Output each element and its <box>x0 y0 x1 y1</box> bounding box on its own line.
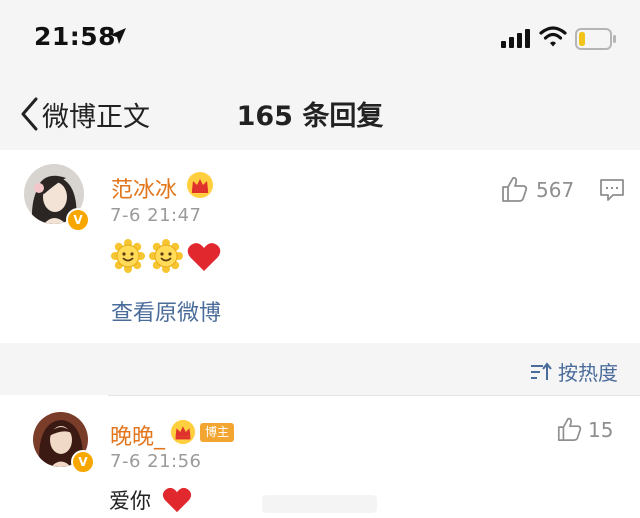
verified-badge: V <box>66 208 90 232</box>
reply-timestamp: 7-6 21:56 <box>110 451 202 472</box>
like-count: 15 <box>588 418 614 442</box>
nav-bar: 微博正文 165 条回复 <box>0 82 640 148</box>
blogger-badge: 博主 <box>200 423 234 442</box>
cellular-signal-icon <box>501 29 530 48</box>
battery-icon <box>575 28 616 50</box>
view-original-post-link[interactable]: 查看原微博 <box>111 295 221 327</box>
main-comment-card: V 范冰冰 7-6 21:47 查看原微博 567 <box>0 150 640 343</box>
username[interactable]: 范冰冰 <box>111 172 177 204</box>
crown-icon <box>170 419 196 445</box>
sort-bar: 按热度 <box>0 343 640 395</box>
heart-emoji-icon <box>162 487 191 513</box>
crown-icon <box>187 172 213 198</box>
sort-label: 按热度 <box>558 361 618 385</box>
wifi-icon <box>539 26 567 47</box>
thumbs-up-icon[interactable] <box>556 416 582 442</box>
status-time: 21:58 <box>34 22 117 51</box>
comment-icon[interactable] <box>599 178 625 202</box>
reply-item: V 晚晚_ 博主 7-6 21:56 爱你 15 <box>0 395 640 518</box>
heart-emoji-icon <box>187 243 221 271</box>
sort-by-hot-button[interactable]: 按热度 <box>530 357 618 386</box>
reply-text: 爱你 <box>109 485 192 515</box>
status-bar: 21:58 <box>0 0 640 80</box>
page-title: 165 条回复 <box>236 101 384 132</box>
divider <box>108 395 640 396</box>
thumbs-up-icon[interactable] <box>500 175 528 203</box>
watermark <box>262 495 377 513</box>
reply-text-content: 爱你 <box>109 489 151 513</box>
verified-badge: V <box>71 450 95 474</box>
location-arrow-icon <box>110 28 126 44</box>
comment-timestamp: 7-6 21:47 <box>110 205 202 226</box>
sun-smile-emoji-icon <box>111 239 145 273</box>
sun-smile-emoji-icon <box>149 239 183 273</box>
like-count: 567 <box>536 178 575 202</box>
sort-icon <box>531 361 552 380</box>
username[interactable]: 晚晚_ <box>110 419 165 451</box>
